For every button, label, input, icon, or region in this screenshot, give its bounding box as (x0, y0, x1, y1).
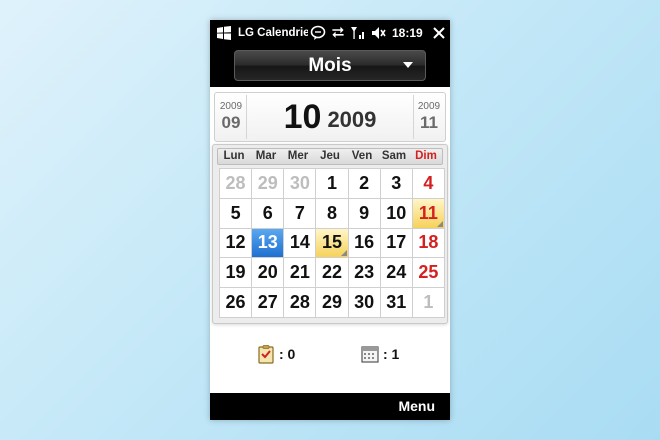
calendar-icon (360, 344, 380, 364)
day-cell[interactable]: 16 (348, 228, 381, 259)
close-icon[interactable] (431, 25, 447, 41)
day-cell[interactable]: 10 (380, 198, 413, 229)
windows-logo-icon[interactable] (214, 25, 234, 40)
current-month-display: 10 2009 (249, 93, 411, 141)
day-cell[interactable]: 29 (252, 169, 285, 199)
day-cell[interactable]: 24 (380, 258, 413, 289)
day-cell[interactable]: 7 (284, 198, 317, 229)
weekday-mon: Lun (223, 150, 245, 162)
day-cell[interactable]: 17 (380, 228, 413, 259)
signal-icon[interactable] (348, 25, 368, 41)
current-month-year: 2009 (327, 107, 377, 132)
day-cell[interactable]: 30 (348, 288, 381, 318)
events-counter[interactable]: : 1 (360, 344, 399, 364)
day-cell[interactable]: 8 (316, 198, 349, 229)
day-cell[interactable]: 30 (284, 169, 317, 199)
weekday-tue: Mar (255, 150, 277, 162)
day-cell[interactable]: 26 (220, 288, 253, 318)
day-cell[interactable]: 21 (284, 258, 317, 289)
tasks-count: : 0 (279, 346, 296, 362)
day-cell[interactable]: 1 (412, 288, 445, 318)
day-cell[interactable]: 1 (316, 169, 349, 199)
weekday-thu: Jeu (320, 150, 340, 162)
day-cell[interactable]: 18 (412, 228, 445, 259)
tasks-counter[interactable]: : 0 (256, 344, 295, 364)
day-cell[interactable]: 5 (220, 198, 253, 229)
next-month-button[interactable]: 2009 11 (413, 95, 444, 139)
status-bar: LG Calendrier 18:19 (210, 20, 450, 45)
next-month-year: 2009 (417, 101, 441, 112)
weekday-fri: Ven (351, 150, 373, 162)
event-corner-marker (436, 220, 443, 227)
previous-month-button[interactable]: 2009 09 (216, 95, 247, 139)
day-cell[interactable]: 28 (284, 288, 317, 318)
next-month-number: 11 (420, 113, 438, 132)
phone-screen: LG Calendrier 18:19 Mois 2009 09 10 2009… (210, 20, 450, 420)
day-cell[interactable]: 2 (348, 169, 381, 199)
day-cell[interactable]: 3 (380, 169, 413, 199)
clock-time[interactable]: 18:19 (392, 26, 423, 40)
day-cell[interactable]: 28 (220, 169, 253, 199)
month-navigator: 2009 09 10 2009 2009 11 (214, 92, 446, 142)
day-cell[interactable]: 4 (412, 169, 445, 199)
item-counters: : 0 : 1 (210, 338, 450, 368)
day-cell[interactable]: 19 (220, 258, 253, 289)
title-row: Mois (210, 45, 450, 87)
weekday-sat: Sam (381, 150, 407, 162)
previous-month-year: 2009 (219, 101, 243, 112)
day-cell[interactable]: 27 (252, 288, 285, 318)
app-title: LG Calendrier (238, 26, 308, 39)
weekday-wed: Mer (287, 150, 309, 162)
day-cell[interactable]: 22 (316, 258, 349, 289)
current-month-number: 10 (283, 97, 322, 136)
day-cell-with-event[interactable]: 11 (412, 198, 445, 229)
speaker-muted-icon[interactable] (368, 25, 388, 41)
day-cell[interactable]: 25 (412, 258, 445, 289)
day-cell[interactable]: 23 (348, 258, 381, 289)
view-selector-label: Mois (308, 54, 352, 76)
month-calendar-grid: Lun Mar Mer Jeu Ven Sam Dim 28 29 30 1 2 3 4 5 6… (212, 144, 448, 324)
weekday-sun: Dim (415, 150, 437, 162)
event-corner-marker (340, 250, 347, 257)
menu-softkey[interactable]: Menu (398, 398, 435, 414)
day-cells: 28 29 30 1 2 3 4 5 6 7 8 9 10 11 12 13 14 15 16 17 18 19 20 21 2… (219, 168, 445, 318)
day-cell[interactable]: 9 (348, 198, 381, 229)
task-clipboard-icon (256, 344, 276, 364)
weekday-header: Lun Mar Mer Jeu Ven Sam Dim (217, 148, 443, 165)
dropdown-arrow-icon (403, 62, 413, 68)
day-cell[interactable]: 20 (252, 258, 285, 289)
day-cell-today[interactable]: 13 (252, 228, 285, 259)
events-count: : 1 (383, 346, 400, 362)
data-sync-icon[interactable] (328, 25, 348, 41)
previous-month-number: 09 (221, 113, 241, 132)
chat-bubble-icon[interactable] (308, 25, 328, 41)
day-cell[interactable]: 29 (316, 288, 349, 318)
day-cell[interactable]: 14 (284, 228, 317, 259)
day-cell[interactable]: 12 (220, 228, 253, 259)
day-cell[interactable]: 31 (380, 288, 413, 318)
day-cell[interactable]: 6 (252, 198, 285, 229)
view-selector-dropdown[interactable]: Mois (234, 50, 426, 81)
day-cell-with-event[interactable]: 15 (316, 228, 349, 259)
softkey-bar: Menu (210, 393, 450, 420)
